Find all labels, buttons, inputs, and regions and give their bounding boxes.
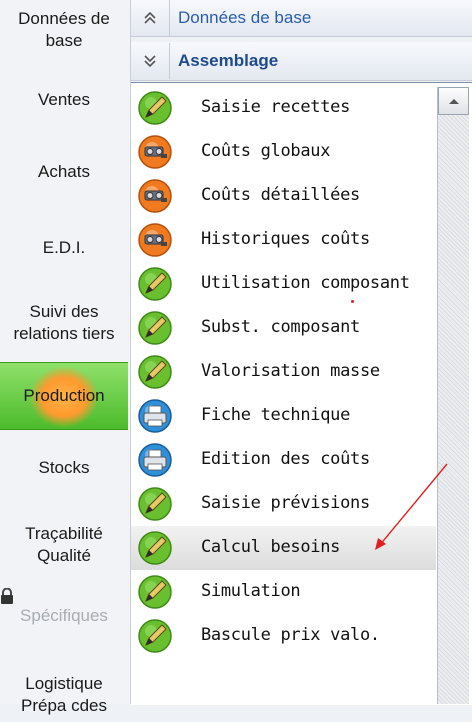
green-pen-icon (137, 486, 173, 522)
green-pen-icon (137, 310, 173, 346)
list-item[interactable]: Saisie prévisions (131, 482, 436, 526)
nav-item-specifiques[interactable]: Spécifiques (0, 594, 128, 638)
list-item[interactable]: Bascule prix valo. (131, 614, 436, 658)
list-item[interactable]: Coûts détaillées (131, 174, 436, 218)
green-pen-icon (137, 354, 173, 390)
nav-item-ventes[interactable]: Ventes (0, 78, 128, 122)
list-item[interactable]: Utilisation composant (131, 262, 436, 306)
arrow-up-icon (448, 99, 459, 104)
green-pen-icon (137, 530, 173, 566)
list-item-label: Edition des coûts (201, 449, 370, 469)
nav-item-donnees-de-base[interactable]: Données de base (0, 0, 128, 60)
list-item[interactable]: Historiques coûts (131, 218, 436, 262)
vertical-scrollbar[interactable] (437, 87, 469, 704)
list-item[interactable]: Simulation (131, 570, 436, 614)
section-header-donnees-de-base[interactable]: Données de base (131, 0, 472, 37)
module-sidebar: Données de base Ventes Achats E.D.I. Sui… (0, 0, 131, 715)
orange-gear-icon (137, 134, 173, 170)
list-item-label: Subst. composant (201, 317, 360, 337)
green-pen-icon (137, 574, 173, 610)
section-title: Données de base (178, 8, 312, 27)
orange-gear-icon (137, 222, 173, 258)
blue-printer-icon (137, 442, 173, 478)
green-pen-icon (137, 90, 173, 126)
list-item-label: Historiques coûts (201, 229, 370, 249)
scroll-up-button[interactable] (438, 87, 469, 115)
list-item-label: Fiche technique (201, 405, 351, 425)
list-item[interactable]: Edition des coûts (131, 438, 436, 482)
section-title: Assemblage (178, 51, 279, 70)
nav-item-achats[interactable]: Achats (0, 150, 128, 194)
nav-item-tracabilite-qualite[interactable]: Traçabilité Qualité (0, 518, 128, 572)
blue-printer-icon (137, 398, 173, 434)
list-item-label: Valorisation masse (201, 361, 380, 381)
list-item-label: Utilisation composant (201, 273, 410, 293)
list-item-label: Bascule prix valo. (201, 625, 380, 645)
assemblage-item-list: Saisie recettes Coûts globaux Coûts détail… (131, 82, 472, 705)
list-item[interactable]: Fiche technique (131, 394, 436, 438)
list-item-label: Coûts globaux (201, 141, 331, 161)
chevron-up-double-icon[interactable] (131, 0, 170, 36)
list-item-label: Simulation (201, 581, 301, 601)
list-item-label: Saisie recettes (201, 97, 351, 117)
annotation-dot (351, 300, 354, 303)
list-item[interactable]: Valorisation masse (131, 350, 436, 394)
list-item-label: Saisie prévisions (201, 493, 370, 513)
nav-item-stocks[interactable]: Stocks (0, 446, 128, 490)
nav-item-suivi-relations-tiers[interactable]: Suivi des relations tiers (0, 296, 128, 350)
orange-gear-icon (137, 178, 173, 214)
green-pen-icon (137, 618, 173, 654)
list-item[interactable]: Calcul besoins (131, 526, 436, 570)
chevron-down-double-icon[interactable] (131, 43, 170, 79)
list-item-label: Calcul besoins (201, 537, 341, 557)
list-item-label: Coûts détaillées (201, 185, 360, 205)
list-item[interactable]: Coûts globaux (131, 130, 436, 174)
nav-item-edi[interactable]: E.D.I. (0, 226, 128, 270)
green-pen-icon (137, 266, 173, 302)
section-header-assemblage[interactable]: Assemblage (131, 42, 472, 81)
nav-item-production[interactable]: Production (0, 362, 128, 430)
list-item[interactable]: Subst. composant (131, 306, 436, 350)
nav-item-logistique-prepa-cdes[interactable]: Logistique Prépa cdes (0, 668, 128, 722)
list-item[interactable]: Saisie recettes (131, 86, 436, 130)
